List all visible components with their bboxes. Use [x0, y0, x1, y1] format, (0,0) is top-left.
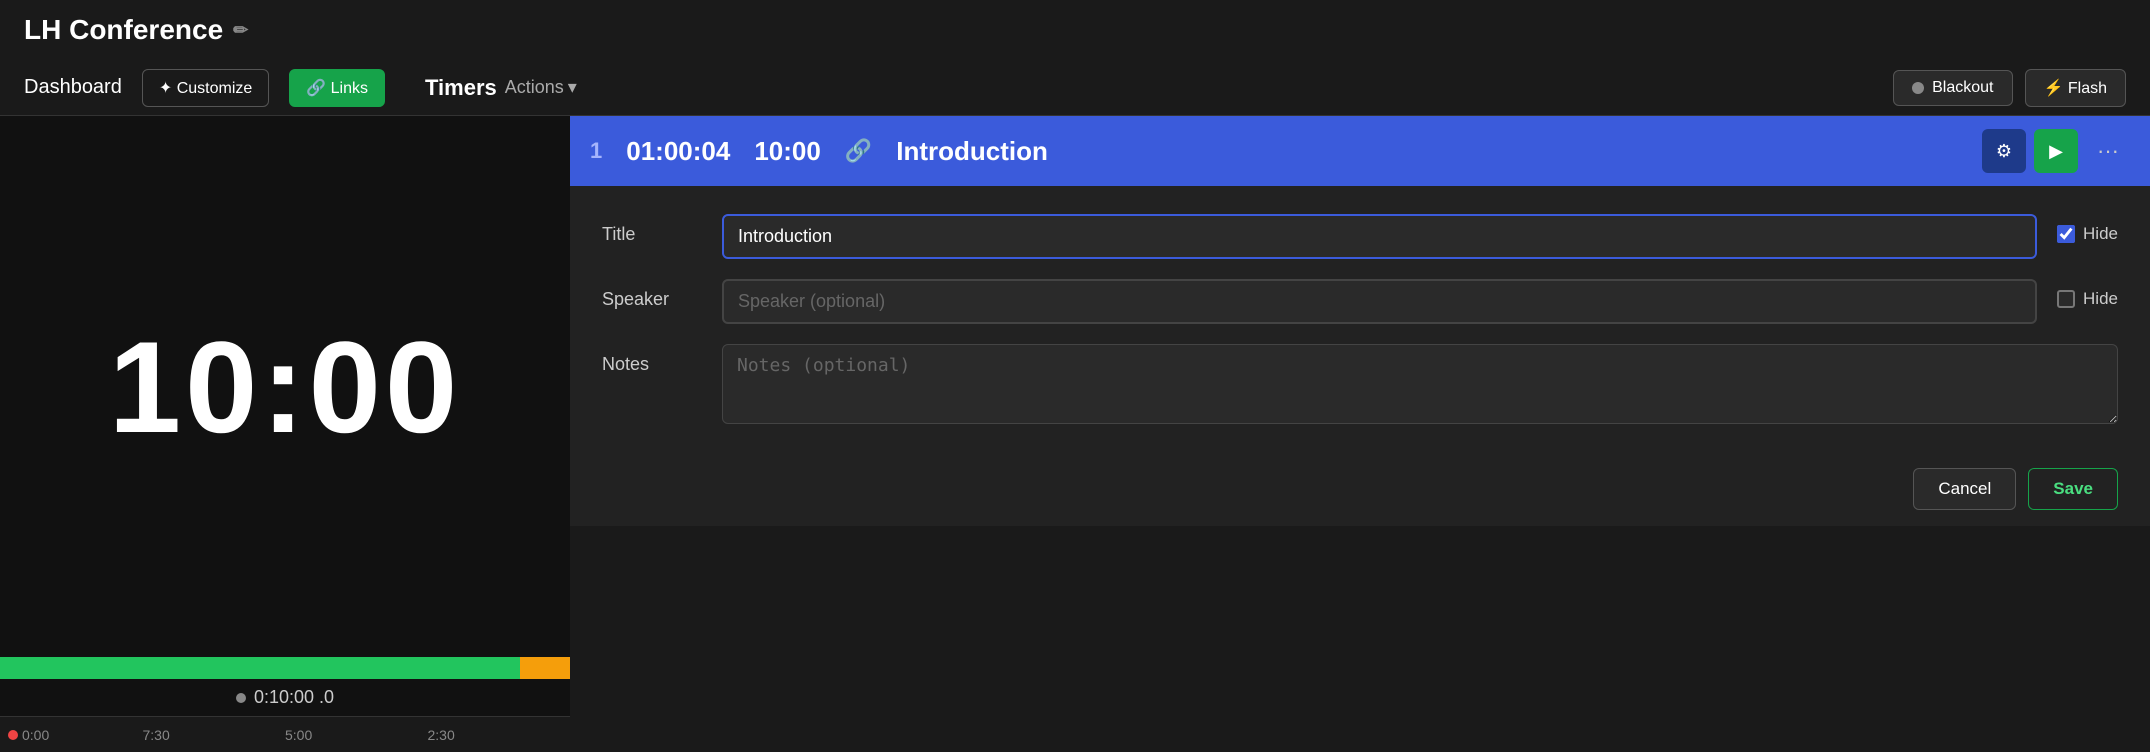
notes-row: Notes [602, 344, 2118, 424]
more-options-button[interactable]: ··· [2086, 129, 2130, 173]
timer-link-icon: 🔗 [845, 138, 872, 164]
right-buttons: Blackout ⚡ Flash [1893, 69, 2126, 107]
time-dot-icon [236, 693, 246, 703]
play-icon: ▶ [2049, 141, 2063, 162]
app-title: LH Conference ✏ [24, 14, 248, 46]
gear-icon: ⚙ [1996, 141, 2012, 162]
speaker-label: Speaker [602, 279, 702, 310]
edit-panel: Title Hide Speaker Hide Notes [570, 186, 2150, 452]
links-button[interactable]: 🔗 Links [289, 69, 385, 107]
timeline-marker-2: 5:00 [285, 727, 312, 743]
save-button[interactable]: Save [2028, 468, 2118, 510]
main-content: 10:00 0:10:00 .0 0:00 7:30 5:00 2:30 1 0… [0, 116, 2150, 752]
timeline-marker-1: 7:30 [143, 727, 170, 743]
speaker-row: Speaker Hide [602, 279, 2118, 324]
speaker-hide-label: Hide [2083, 289, 2118, 309]
timer-number: 1 [590, 138, 602, 164]
timeline-start-marker [8, 730, 18, 740]
more-dots-icon: ··· [2097, 138, 2119, 164]
left-panel: 10:00 0:10:00 .0 0:00 7:30 5:00 2:30 [0, 116, 570, 752]
progress-orange [520, 657, 570, 679]
title-hide-label: Hide [2083, 224, 2118, 244]
blackout-label: Blackout [1932, 79, 1993, 97]
actions-label: Actions [505, 77, 564, 98]
title-label: Title [602, 214, 702, 245]
blackout-circle-icon [1912, 82, 1924, 94]
nav-bar: Dashboard ✦ Customize 🔗 Links Timers Act… [0, 60, 2150, 116]
timers-label: Timers [425, 75, 497, 101]
time-remaining: 0:10:00 .0 [0, 679, 570, 716]
title-input[interactable] [722, 214, 2037, 259]
progress-green [0, 657, 520, 679]
dashboard-label: Dashboard [24, 76, 122, 99]
actions-button[interactable]: Actions ▾ [505, 77, 577, 98]
actions-chevron-icon: ▾ [568, 77, 577, 98]
timeline-marker-0: 0:00 [22, 727, 49, 743]
play-button[interactable]: ▶ [2034, 129, 2078, 173]
edit-title-icon[interactable]: ✏ [233, 20, 248, 41]
timer-elapsed: 01:00:04 [626, 136, 730, 167]
speaker-input[interactable] [722, 279, 2037, 324]
timer-row-actions: ⚙ ▶ ··· [1982, 129, 2130, 173]
notes-input[interactable] [722, 344, 2118, 424]
title-hide-checkbox[interactable] [2057, 225, 2075, 243]
timer-duration: 10:00 [754, 136, 821, 167]
timer-display: 10:00 [0, 116, 570, 657]
timer-title: Introduction [896, 136, 1048, 167]
notes-label: Notes [602, 344, 702, 375]
customize-button[interactable]: ✦ Customize [142, 69, 269, 107]
timer-row: 1 01:00:04 10:00 🔗 Introduction ⚙ ▶ ··· [570, 116, 2150, 186]
right-panel: 1 01:00:04 10:00 🔗 Introduction ⚙ ▶ ··· [570, 116, 2150, 752]
cancel-button[interactable]: Cancel [1913, 468, 2016, 510]
progress-bar [0, 657, 570, 679]
timers-section: Timers Actions ▾ [425, 75, 577, 101]
app-title-text: LH Conference [24, 14, 223, 46]
flash-button[interactable]: ⚡ Flash [2025, 69, 2127, 107]
timer-clock: 10:00 [109, 312, 462, 462]
time-remaining-text: 0:10:00 .0 [254, 687, 334, 708]
title-row: Title Hide [602, 214, 2118, 259]
gear-button[interactable]: ⚙ [1982, 129, 2026, 173]
action-row: Cancel Save [570, 452, 2150, 526]
speaker-hide-section: Hide [2057, 279, 2118, 309]
top-bar: LH Conference ✏ [0, 0, 2150, 60]
speaker-hide-checkbox[interactable] [2057, 290, 2075, 308]
timeline-bar: 0:00 7:30 5:00 2:30 [0, 716, 570, 752]
timeline-marker-3: 2:30 [428, 727, 455, 743]
title-hide-section: Hide [2057, 214, 2118, 244]
blackout-button[interactable]: Blackout [1893, 70, 2012, 106]
